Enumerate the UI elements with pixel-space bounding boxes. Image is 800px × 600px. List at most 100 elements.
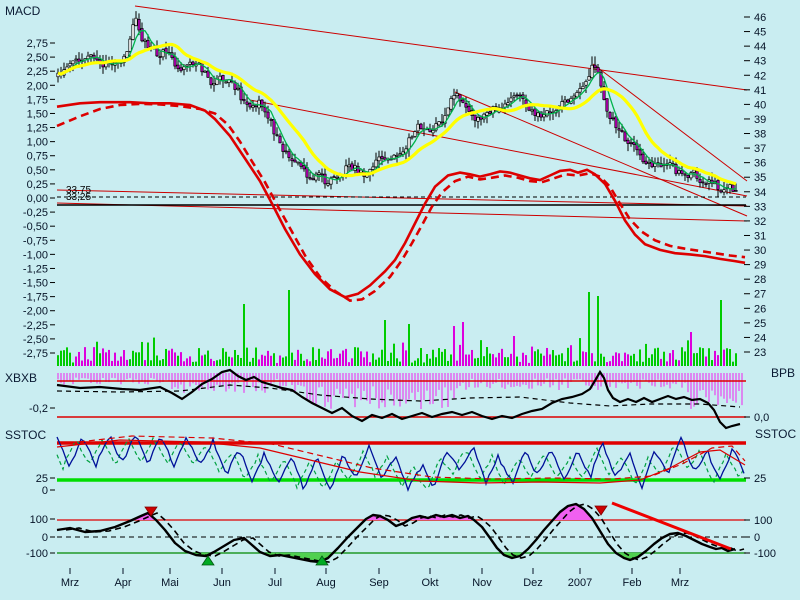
- candle-body: [276, 135, 278, 136]
- volume-bar: [234, 350, 236, 366]
- volume-bar: [624, 353, 626, 366]
- volume-bar: [312, 347, 314, 366]
- price-axis-label: 37: [754, 143, 766, 155]
- candle-body: [699, 179, 701, 182]
- candle-body: [618, 129, 620, 130]
- volume-bar: [723, 350, 725, 366]
- volume-bar: [228, 357, 230, 366]
- candle-body: [486, 112, 488, 115]
- xbxb-signal-line: [57, 385, 740, 407]
- x-axis-month-label: Sep: [369, 577, 389, 589]
- volume-bar: [453, 326, 455, 366]
- volume-bar: [582, 351, 584, 366]
- volume-bar: [531, 347, 533, 366]
- volume-bar: [495, 357, 497, 366]
- volume-bar: [492, 354, 494, 366]
- candle-body: [621, 130, 623, 131]
- volume-bar: [447, 361, 449, 366]
- volume-bar: [540, 354, 542, 366]
- volume-bar: [525, 355, 527, 366]
- volume-bar: [354, 347, 356, 366]
- volume-bar: [681, 347, 683, 366]
- price-axis-label: 33: [754, 201, 766, 213]
- volume-bar: [612, 356, 614, 366]
- volume-bar: [261, 355, 263, 366]
- volume-bar: [387, 361, 389, 366]
- volume-bar: [504, 357, 506, 366]
- volume-bar: [729, 349, 731, 366]
- candle-body: [411, 137, 413, 138]
- volume-bar: [483, 356, 485, 366]
- x-axis-month-label: Mrz: [61, 577, 79, 589]
- volume-bar: [129, 359, 131, 366]
- candle-body: [576, 92, 578, 96]
- candle-body: [132, 25, 134, 40]
- macd-axis-label: -1,50: [23, 278, 48, 290]
- volume-bar: [528, 363, 530, 366]
- volume-bar: [726, 348, 728, 366]
- volume-bar: [699, 347, 701, 366]
- volume-bar: [192, 362, 194, 366]
- volume-bar: [543, 356, 545, 366]
- candle-body: [639, 150, 641, 155]
- candle-body: [678, 171, 680, 173]
- volume-bar: [735, 353, 737, 366]
- x-axis-month-label: Feb: [623, 577, 642, 589]
- volume-bar: [303, 361, 305, 366]
- candle-body: [489, 112, 491, 114]
- volume-bar: [672, 350, 674, 366]
- candle-body: [285, 151, 287, 152]
- volume-bar: [333, 358, 335, 366]
- volume-bar: [111, 361, 113, 366]
- candle-body: [297, 162, 299, 163]
- candle-body: [243, 99, 245, 100]
- macd-axis-label: 0,50: [27, 165, 48, 177]
- candle-body: [546, 110, 548, 115]
- volume-bar: [198, 348, 200, 366]
- volume-bar: [105, 352, 107, 366]
- price-axis-label: 25: [754, 318, 766, 330]
- volume-bar: [522, 353, 524, 366]
- price-axis-label: 44: [754, 41, 766, 53]
- volume-bar: [429, 359, 431, 366]
- candle-body: [312, 179, 314, 180]
- volume-bar: [384, 320, 386, 366]
- volume-bar: [210, 359, 212, 366]
- momentum-axis-label: -100: [754, 548, 776, 560]
- price-axis-label: 29: [754, 260, 766, 272]
- volume-bar: [441, 352, 443, 366]
- candle-body: [519, 95, 521, 96]
- candle-body: [258, 100, 260, 108]
- volume-bar: [444, 349, 446, 366]
- volume-bar: [315, 360, 317, 366]
- volume-bar: [435, 357, 437, 366]
- volume-bar: [627, 354, 629, 366]
- volume-bar: [690, 332, 692, 366]
- candle-body: [264, 107, 266, 112]
- volume-bar: [162, 359, 164, 366]
- candle-body: [189, 62, 191, 64]
- candle-body: [237, 88, 239, 89]
- xbxb-axis-label: 0,0: [754, 412, 769, 424]
- price-axis-label: 34: [754, 187, 766, 199]
- volume-bar: [426, 354, 428, 366]
- panel-label-sstoc-right: SSTOC: [755, 427, 796, 441]
- price-axis-label: 28: [754, 274, 766, 286]
- volume-bar: [702, 348, 704, 366]
- volume-bar: [267, 351, 269, 366]
- volume-bar: [585, 352, 587, 366]
- volume-bar: [537, 349, 539, 366]
- volume-bar: [561, 353, 563, 366]
- macd-axis-label: -0,25: [23, 207, 48, 219]
- x-axis-month-label: Mrz: [671, 577, 689, 589]
- macd-axis-label: 2,50: [27, 52, 48, 64]
- candle-body: [624, 132, 626, 141]
- technical-chart-canvas[interactable]: 2,752,502,252,001,751,501,251,000,750,50…: [0, 0, 800, 600]
- candle-body: [597, 67, 599, 72]
- volume-bar: [84, 347, 86, 366]
- price-level-label-3325: 33,25: [66, 192, 91, 203]
- volume-bar: [684, 351, 686, 366]
- volume-bar: [588, 292, 590, 366]
- volume-bar: [549, 354, 551, 366]
- sstoc-slow-line: [57, 440, 745, 483]
